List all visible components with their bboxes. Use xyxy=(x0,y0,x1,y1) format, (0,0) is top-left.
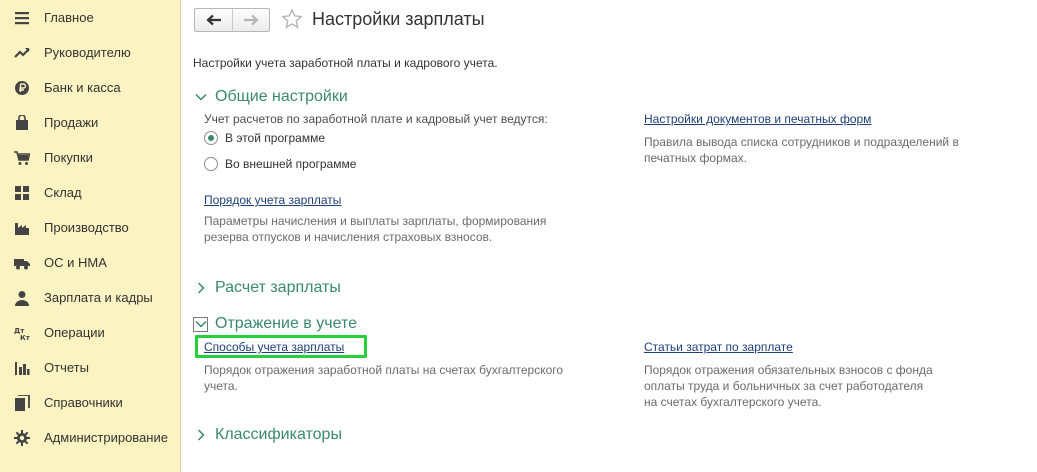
sidebar-item-sales[interactable]: Продажи xyxy=(0,105,180,140)
bar-chart-icon xyxy=(14,360,30,376)
cart-icon xyxy=(14,150,30,166)
sidebar-item-label: Справочники xyxy=(44,395,123,410)
menu-icon xyxy=(14,10,30,26)
sidebar-item-main[interactable]: Главное xyxy=(0,0,180,35)
cost-items-link[interactable]: Статьи затрат по зарплате xyxy=(644,340,793,354)
sidebar-item-label: Банк и касса xyxy=(44,80,121,95)
sidebar-item-fixed-assets[interactable]: ОС и НМА xyxy=(0,245,180,280)
docs-settings-link[interactable]: Настройки документов и печатных форм xyxy=(644,112,871,126)
section-general-toggle[interactable]: Общие настройки xyxy=(194,88,348,106)
favorite-star-icon[interactable] xyxy=(281,8,303,30)
person-icon xyxy=(14,290,30,306)
forward-button[interactable] xyxy=(232,9,269,31)
sidebar-item-label: Отчеты xyxy=(44,360,89,375)
book-icon xyxy=(14,394,30,411)
section-general-title: Общие настройки xyxy=(215,88,348,105)
factory-icon xyxy=(14,220,30,236)
trend-icon xyxy=(14,45,30,61)
sidebar-item-administration[interactable]: Администрирование xyxy=(0,420,180,455)
payroll-procedure-hint: Параметры начисления и выплаты зарплаты,… xyxy=(204,214,547,244)
truck-icon xyxy=(14,255,30,271)
section-classifiers-title: Классификаторы xyxy=(215,426,342,443)
history-nav xyxy=(194,8,270,32)
sidebar-item-label: Покупки xyxy=(44,150,93,165)
section-classifiers-toggle[interactable]: Классификаторы xyxy=(194,426,342,444)
sidebar-item-label: ОС и НМА xyxy=(44,255,107,270)
chevron-down-icon xyxy=(194,90,208,104)
sidebar-item-operations[interactable]: Дт Кт Операции xyxy=(0,315,180,350)
sidebar-item-purchases[interactable]: Покупки xyxy=(0,140,180,175)
sidebar-item-manager[interactable]: Руководителю xyxy=(0,35,180,70)
sidebar-item-label: Производство xyxy=(44,220,129,235)
sidebar-item-label: Склад xyxy=(44,185,82,200)
payroll-methods-link[interactable]: Способы учета зарплаты xyxy=(204,340,344,354)
page-title: Настройки зарплаты xyxy=(312,9,485,29)
sidebar-item-references[interactable]: Справочники xyxy=(0,385,180,420)
payroll-methods-hint: Порядок отражения заработной платы на сч… xyxy=(204,363,564,393)
sidebar-item-bank[interactable]: Банк и касса xyxy=(0,70,180,105)
arrow-right-icon xyxy=(244,14,259,26)
section-accounting-title: Отражение в учете xyxy=(215,315,357,332)
sidebar-item-label: Главное xyxy=(44,10,94,25)
section-calc-title: Расчет зарплаты xyxy=(215,279,341,296)
page-description: Настройки учета заработной платы и кадро… xyxy=(193,56,498,70)
bag-icon xyxy=(14,114,30,131)
chevron-down-icon xyxy=(193,316,208,332)
sidebar: Главное Руководителю Банк и касса Продаж… xyxy=(0,0,181,472)
radio-this-program[interactable]: В этой программе xyxy=(204,131,325,145)
chevron-right-icon xyxy=(194,281,208,295)
sidebar-item-label: Администрирование xyxy=(44,430,168,445)
sidebar-item-label: Зарплата и кадры xyxy=(44,290,153,305)
arrow-left-icon xyxy=(205,14,221,26)
grid-icon xyxy=(14,185,30,201)
radio-external-program[interactable]: Во внешней программе xyxy=(204,157,356,171)
chevron-right-icon xyxy=(194,428,208,442)
sidebar-item-production[interactable]: Производство xyxy=(0,210,180,245)
radio-label: Во внешней программе xyxy=(225,157,357,171)
gear-icon xyxy=(14,429,30,446)
sidebar-item-label: Продажи xyxy=(44,115,99,130)
section-calc-toggle[interactable]: Расчет зарплаты xyxy=(194,279,341,297)
sidebar-item-warehouse[interactable]: Склад xyxy=(0,175,180,210)
radio-label: В этой программе xyxy=(225,131,326,145)
docs-settings-hint: Правила вывода списка сотрудников и подр… xyxy=(644,135,959,165)
svg-text:Кт: Кт xyxy=(20,334,30,341)
cost-items-hint: Порядок отражения обязательных взносов с… xyxy=(644,363,933,409)
accounting-question-label: Учет расчетов по заработной плате и кадр… xyxy=(204,112,548,126)
ruble-icon xyxy=(14,80,30,96)
back-button[interactable] xyxy=(195,9,232,31)
radio-button-unchecked[interactable] xyxy=(204,157,218,171)
sidebar-item-reports[interactable]: Отчеты xyxy=(0,350,180,385)
sidebar-item-label: Операции xyxy=(44,325,105,340)
sidebar-item-salary[interactable]: Зарплата и кадры xyxy=(0,280,180,315)
radio-button-checked[interactable] xyxy=(204,131,218,145)
payroll-procedure-link[interactable]: Порядок учета зарплаты xyxy=(204,193,341,207)
dt-kt-icon: Дт Кт xyxy=(14,325,30,341)
section-accounting-toggle[interactable]: Отражение в учете xyxy=(193,315,357,333)
sidebar-item-label: Руководителю xyxy=(44,45,131,60)
